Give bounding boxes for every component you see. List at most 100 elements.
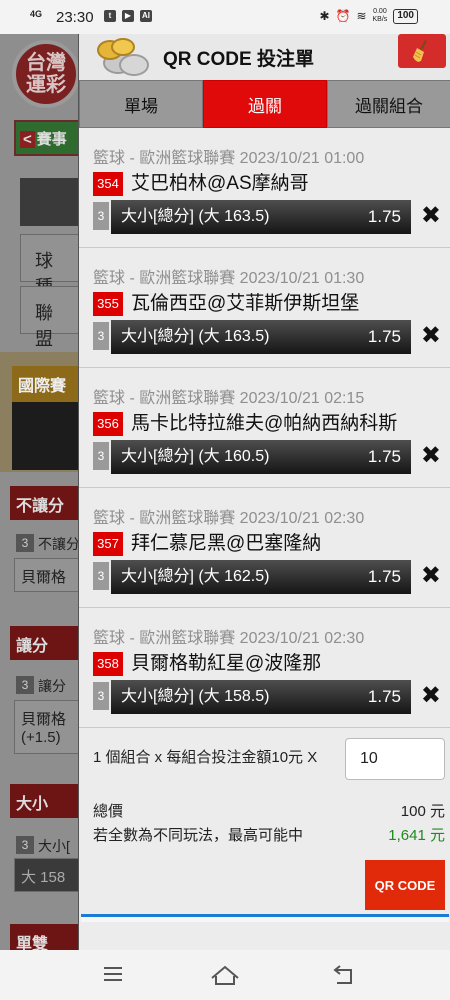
bet-type-tabs: 單場 過關 過關組合 [79,80,450,128]
bg-handicap-select-name: 貝爾格 [21,711,67,728]
qr-bet-slip-modal: QR CODE 投注單 單場 過關 過關組合 籃球 - 歐洲籃球聯賽 2023/… [78,34,450,950]
bg-handicap-header: 讓分 [10,626,82,660]
bet-quantity-badge: 3 [93,562,109,590]
bet-league-datetime: 籃球 - 歐洲籃球聯賽 2023/10/21 01:00 [93,150,365,167]
bet-league-datetime: 籃球 - 歐洲籃球聯賽 2023/10/21 02:30 [93,630,365,647]
bet-league-datetime: 籃球 - 歐洲籃球聯賽 2023/10/21 01:30 [93,270,365,287]
bet-item: 籃球 - 歐洲籃球聯賽 2023/10/21 02:30 357 拜仁慕尼黑@巴… [79,488,450,608]
bg-q-badge: 3 [16,676,34,694]
odds-value: 1.75 [367,207,401,226]
market-label: 大小[總分] (大 160.5) [121,448,270,465]
tab-single[interactable]: 單場 [79,80,203,128]
match-name: 艾巴柏林@AS摩納哥 [131,173,309,194]
bg-no-handicap-row: 不讓分 [38,536,80,552]
market-selection: 大小[總分] (大 160.5) 1.75 [111,440,411,474]
recent-apps-icon[interactable] [102,964,124,984]
match-name: 貝爾格勒紅星@波隆那 [131,653,322,674]
bg-events-tab-label: 賽事 [36,131,67,148]
tab-parlay[interactable]: 過關 [203,80,327,128]
game-number-badge: 356 [93,412,123,436]
remove-bet-icon[interactable]: ✖ [421,204,441,228]
bet-league-datetime: 籃球 - 歐洲籃球聯賽 2023/10/21 02:30 [93,510,365,527]
bet-amount-input[interactable] [345,738,445,780]
bg-events-tab[interactable]: < 賽事 [14,120,84,156]
bet-item: 籃球 - 歐洲籃球聯賽 2023/10/21 01:00 354 艾巴柏林@AS… [79,128,450,248]
bet-quantity-badge: 3 [93,442,109,470]
bet-quantity-badge: 3 [93,202,109,230]
bet-quantity-badge: 3 [93,322,109,350]
market-label: 大小[總分] (大 158.5) [121,688,270,705]
bg-ou-select[interactable]: 大 158 [14,858,84,892]
bet-item: 籃球 - 歐洲籃球聯賽 2023/10/21 01:30 355 瓦倫西亞@艾菲… [79,248,450,368]
odds-value: 1.75 [367,327,401,346]
market-selection: 大小[總分] (大 163.5) 1.75 [111,320,411,354]
bg-q-badge: 3 [16,534,34,552]
bg-handicap-select-line: (+1.5) [21,729,61,746]
bg-handicap-select[interactable]: 貝爾格 (+1.5) [14,700,84,754]
remove-bet-icon[interactable]: ✖ [421,684,441,708]
game-number-badge: 355 [93,292,123,316]
combo-description: 1 個組合 x 每組合投注金額10元 X [93,749,318,766]
market-label: 大小[總分] (大 163.5) [121,208,270,225]
total-price-value: 100 元 [400,803,445,820]
market-label: 大小[總分] (大 162.5) [121,568,270,585]
bg-dark-block [12,402,82,470]
game-number-badge: 357 [93,532,123,556]
network-speed-unit: KB/s [372,16,388,23]
status-time: 23:30 [56,9,94,26]
network-speed: 0.00 KB/s [373,8,388,24]
modal-header: QR CODE 投注單 [79,34,450,80]
game-number-badge: 354 [93,172,123,196]
system-nav-bar [0,950,450,1000]
bet-summary: 1 個組合 x 每組合投注金額10元 X 總價 100 元 若全數為不同玩法，最… [79,728,450,928]
market-selection: 大小[總分] (大 158.5) 1.75 [111,680,411,714]
notification-icons: t ▶ AI [104,10,152,22]
broom-icon [413,40,427,62]
bg-no-handicap-select[interactable]: 貝爾格 [14,558,84,592]
sports-lottery-logo: 台灣 運彩 [12,40,80,108]
alarm-icon: ⏰ [335,9,351,23]
bg-intl-header: 國際賽 [12,366,82,402]
logo-line2: 運彩 [26,74,66,96]
back-icon[interactable] [332,964,354,986]
game-number-badge: 358 [93,652,123,676]
bet-item: 籃球 - 歐洲籃球聯賽 2023/10/21 02:15 356 馬卡比特拉維夫… [79,368,450,488]
bg-oddeven-header: 單雙 [10,924,82,953]
network-indicator: 4G [30,9,43,19]
bg-q-badge: 3 [16,836,34,854]
market-selection: 大小[總分] (大 163.5) 1.75 [111,200,411,234]
bet-quantity-badge: 3 [93,682,109,710]
match-name: 拜仁慕尼黑@巴塞隆納 [131,533,322,554]
clear-slip-button[interactable] [398,34,446,68]
bet-league-datetime: 籃球 - 歐洲籃球聯賽 2023/10/21 02:15 [93,390,365,407]
odds-value: 1.75 [367,567,401,586]
remove-bet-icon[interactable]: ✖ [421,564,441,588]
max-win-label: 若全數為不同玩法，最高可能中 [93,827,304,844]
bg-dark-button [20,178,84,226]
bg-league[interactable]: 聯盟 [20,286,82,349]
logo-line1: 台灣 [26,52,66,74]
network-speed-value: 0.00 [373,8,387,15]
wifi-icon: ≋ [356,9,367,23]
home-icon[interactable] [210,964,240,986]
ai-app-icon: AI [140,10,152,22]
qr-code-button[interactable]: QR CODE [365,860,445,910]
tab-parlay-combo[interactable]: 過關組合 [327,80,450,128]
remove-bet-icon[interactable]: ✖ [421,324,441,348]
bet-list: 籃球 - 歐洲籃球聯賽 2023/10/21 01:00 354 艾巴柏林@AS… [79,128,450,728]
total-price-label: 總價 [93,803,124,820]
bg-ball-type[interactable]: 球種 [20,234,82,297]
chevron-left-icon: < [20,131,35,148]
market-label: 大小[總分] (大 163.5) [121,328,270,345]
max-win-value: 1,641 元 [388,827,445,844]
remove-bet-icon[interactable]: ✖ [421,444,441,468]
modal-title: QR CODE 投注單 [163,49,314,70]
status-right: ✱ ⏰ ≋ 0.00 KB/s 100 [319,8,418,24]
bluetooth-icon: ✱ [319,9,330,23]
odds-value: 1.75 [367,687,401,706]
bottom-strip [81,914,449,922]
status-bar: 4G 23:30 t ▶ AI ✱ ⏰ ≋ 0.00 KB/s 100 [0,0,450,34]
twitch-icon: t [104,10,116,22]
youtube-icon: ▶ [122,10,134,22]
bg-ou-header: 大小 [10,784,82,818]
